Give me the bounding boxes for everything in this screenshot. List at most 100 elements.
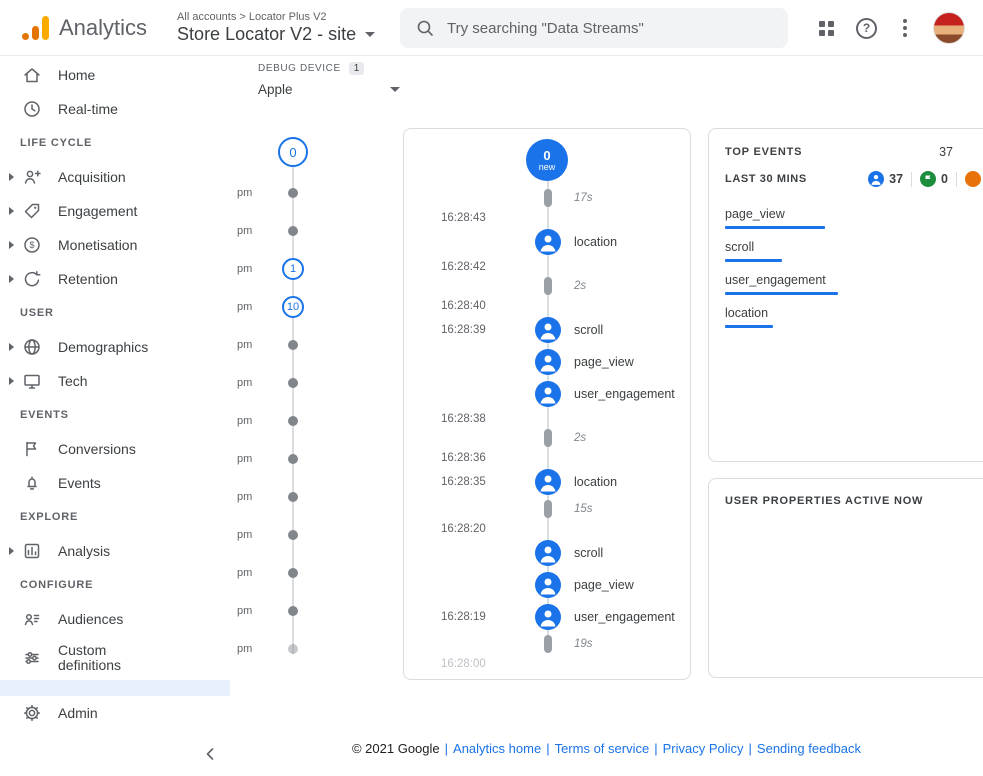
user-event-icon — [535, 604, 561, 630]
chevron-left-icon — [204, 747, 216, 761]
stream-event[interactable]: page_view — [404, 569, 690, 601]
sidebar-item-acquisition[interactable]: Acquisition — [0, 160, 230, 194]
sidebar-item-retention[interactable]: Retention — [0, 262, 230, 296]
minute-dot — [288, 226, 298, 236]
minute-node[interactable]: pm — [230, 630, 403, 668]
event-count-bar — [725, 325, 773, 328]
stream-event[interactable]: user_engagement — [404, 378, 690, 410]
footer-link-analytics-home[interactable]: Analytics home — [453, 741, 541, 756]
stream-gap: 17s — [404, 187, 690, 209]
sidebar-item-selected-highlight[interactable] — [0, 680, 230, 696]
more-menu-icon[interactable] — [899, 15, 911, 41]
sidebar-item-home[interactable]: Home — [0, 58, 230, 92]
breadcrumb[interactable]: All accounts > Locator Plus V2 — [177, 11, 375, 23]
user-event-icon — [868, 171, 884, 187]
search-input[interactable]: Try searching "Data Streams" — [400, 8, 788, 48]
footer-link-feedback[interactable]: Sending feedback — [757, 741, 861, 756]
seconds-stream-card: 0 new 17s 16:28:43 location 16:28:42 2s … — [403, 128, 691, 680]
top-event-row[interactable]: scroll — [725, 240, 981, 262]
minute-node[interactable]: pm — [230, 326, 403, 364]
expand-arrow-icon[interactable] — [9, 241, 14, 249]
sidebar: Home Real-time LIFE CYCLE Acquisition En… — [0, 56, 230, 776]
user-properties-title: USER PROPERTIES ACTIVE NOW — [725, 495, 981, 507]
minute-node-count[interactable]: pm 1 — [230, 250, 403, 288]
sidebar-section-configure: CONFIGURE — [0, 568, 230, 602]
sidebar-item-monetisation[interactable]: $ Monetisation — [0, 228, 230, 262]
sidebar-item-conversions[interactable]: Conversions — [0, 432, 230, 466]
expand-arrow-icon[interactable] — [9, 377, 14, 385]
minute-dot — [288, 454, 298, 464]
logo-bar-mid — [32, 26, 39, 40]
errors-counter[interactable] — [965, 171, 981, 187]
counter-divider — [956, 172, 957, 187]
counter-divider — [911, 172, 912, 187]
stream-event[interactable]: location — [404, 226, 690, 258]
sidebar-section-explore: EXPLORE — [0, 500, 230, 534]
apps-grid-icon[interactable] — [819, 21, 834, 36]
stream-event[interactable]: 16:28:19 user_engagement — [404, 601, 690, 633]
sidebar-item-analysis[interactable]: Analysis — [0, 534, 230, 568]
expand-arrow-icon[interactable] — [9, 173, 14, 181]
footer-link-terms[interactable]: Terms of service — [555, 741, 650, 756]
users-counter[interactable]: 37 — [868, 171, 903, 187]
help-icon[interactable]: ? — [856, 18, 877, 39]
sidebar-item-tech[interactable]: Tech — [0, 364, 230, 398]
event-count-bar — [725, 292, 838, 295]
sidebar-item-audiences[interactable]: Audiences — [0, 602, 230, 636]
stream-event[interactable]: scroll — [404, 537, 690, 569]
stream-gap: 2s — [404, 275, 690, 297]
minute-node-count[interactable]: pm 10 — [230, 288, 403, 326]
debug-device-select[interactable]: Apple — [258, 82, 400, 101]
expand-arrow-icon[interactable] — [9, 547, 14, 555]
stream-timestamp: 16:28:38 — [404, 410, 690, 427]
flag-icon — [22, 439, 42, 459]
top-event-row[interactable]: page_view — [725, 207, 981, 229]
gap-capsule — [544, 277, 552, 295]
minute-dot — [288, 188, 298, 198]
minute-node[interactable]: pm — [230, 212, 403, 250]
footer-link-privacy[interactable]: Privacy Policy — [663, 741, 744, 756]
user-event-icon — [535, 572, 561, 598]
top-event-row[interactable]: user_engagement — [725, 273, 981, 295]
clock-icon — [22, 99, 42, 119]
sidebar-item-admin[interactable]: Admin — [0, 696, 230, 730]
sidebar-item-realtime[interactable]: Real-time — [0, 92, 230, 126]
analytics-logo-icon[interactable] — [22, 16, 49, 40]
minute-node[interactable]: pm — [230, 402, 403, 440]
stream-event[interactable]: 16:28:35 location — [404, 466, 690, 498]
sidebar-item-events[interactable]: Events — [0, 466, 230, 500]
copyright: © 2021 Google — [352, 741, 440, 756]
stream-event[interactable]: 16:28:39 scroll — [404, 314, 690, 346]
minute-node-current[interactable]: 0 — [230, 130, 403, 174]
minute-node[interactable]: pm — [230, 516, 403, 554]
minute-dot — [288, 530, 298, 540]
debug-device-count-badge: 1 — [349, 62, 365, 75]
stream-event[interactable]: page_view — [404, 346, 690, 378]
sidebar-item-demographics[interactable]: Demographics — [0, 330, 230, 364]
minute-node[interactable]: pm — [230, 592, 403, 630]
top-event-row[interactable]: location — [725, 306, 981, 328]
minute-node[interactable]: pm — [230, 174, 403, 212]
minute-node[interactable]: pm — [230, 364, 403, 402]
minute-node[interactable]: pm — [230, 554, 403, 592]
avatar[interactable] — [933, 12, 965, 44]
minute-node[interactable]: pm — [230, 440, 403, 478]
expand-arrow-icon[interactable] — [9, 275, 14, 283]
seconds-current-node[interactable]: 0 new — [526, 139, 568, 181]
sidebar-collapse-button[interactable] — [196, 740, 224, 768]
sidebar-item-engagement[interactable]: Engagement — [0, 194, 230, 228]
event-count-bar — [725, 226, 825, 229]
minute-dot — [288, 340, 298, 350]
stream-timestamp: 16:28:36 — [404, 449, 690, 466]
minute-node[interactable]: pm — [230, 478, 403, 516]
minute-dot — [288, 378, 298, 388]
conversions-counter[interactable]: 0 — [920, 171, 948, 187]
analysis-icon — [22, 541, 42, 561]
expand-arrow-icon[interactable] — [9, 343, 14, 351]
gear-icon — [22, 703, 42, 723]
stream-timestamp: 16:28:42 — [404, 258, 690, 275]
expand-arrow-icon[interactable] — [9, 207, 14, 215]
property-switcher[interactable]: Store Locator V2 - site — [177, 24, 375, 45]
top-events-card: TOP EVENTS 37 LAST 30 MINS 37 0 page_vie… — [708, 128, 983, 462]
sidebar-item-custom-definitions[interactable]: Custom definitions — [0, 636, 230, 680]
